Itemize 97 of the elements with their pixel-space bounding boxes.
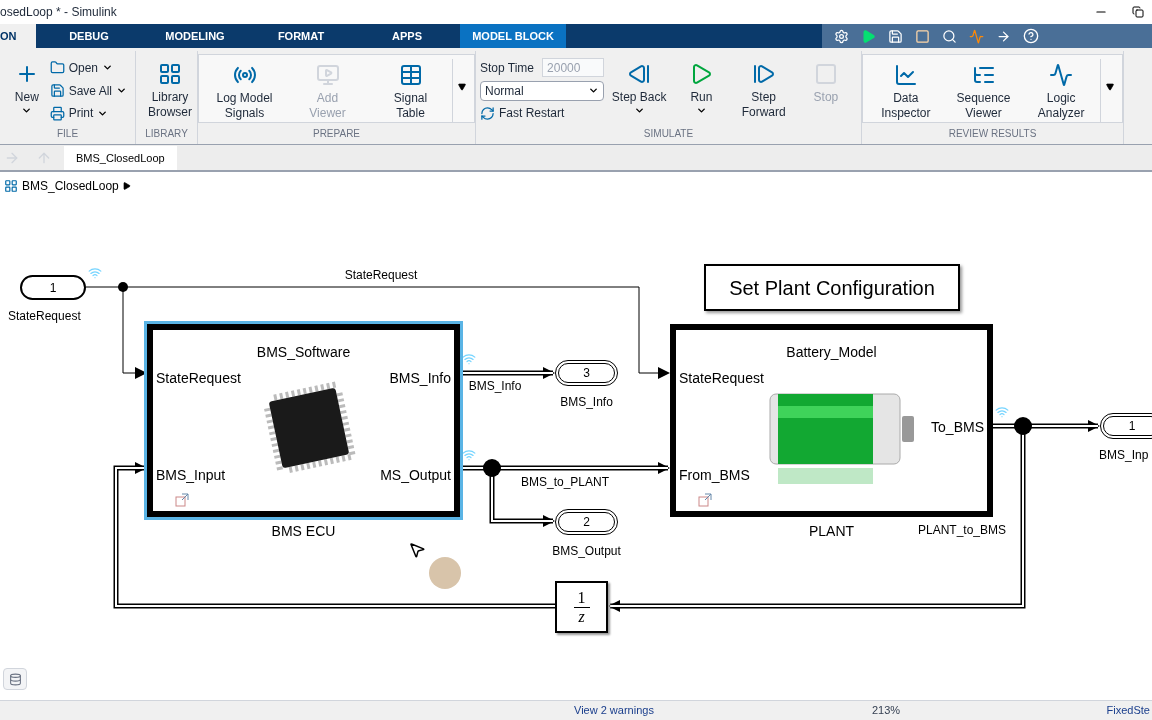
stop-time-label: Stop Time [480, 59, 535, 77]
monitor-icon [315, 63, 340, 87]
signal-logging-icon [995, 405, 1009, 419]
ribbon-tab[interactable]: MODELING [142, 24, 248, 48]
section-label: PREPARE [312, 127, 361, 141]
restore-icon[interactable] [1132, 6, 1144, 18]
outport-label: BMS_Inp [1099, 447, 1149, 464]
subsystem-block[interactable]: Battery_Model StateRequest From_BMS To_BMS [670, 324, 993, 517]
port-label: BMS_Input [156, 465, 226, 485]
signal-logging-icon [88, 266, 102, 280]
ribbon-button[interactable]: Fast Restart [480, 103, 605, 123]
grid-icon [158, 62, 182, 86]
ribbon-button[interactable]: Save All [49, 80, 127, 101]
numerator: 1 [573, 588, 590, 608]
settings-icon[interactable] [834, 28, 849, 44]
port-label: StateRequest [679, 369, 764, 389]
save-icon[interactable] [888, 28, 903, 44]
outport-block[interactable]: 3 [555, 360, 618, 386]
play-icon[interactable] [861, 28, 876, 44]
signal-logging-icon [462, 448, 476, 462]
ribbon-button[interactable]: Step Back [609, 58, 670, 123]
caret-icon [588, 85, 599, 96]
caret-icon [116, 85, 127, 96]
signal-label: PLANT_to_BMS [916, 522, 1007, 539]
signal-label: StateRequest [343, 267, 419, 284]
outport-block[interactable]: 1 [1100, 413, 1152, 439]
ribbon-button[interactable]: Print [49, 103, 127, 123]
refresh-icon [480, 105, 495, 121]
branch-point [483, 459, 501, 477]
step-back-icon [627, 62, 652, 86]
stop-icon [813, 62, 838, 86]
section-label: REVIEW RESULTS [948, 127, 1037, 141]
port-label: From_BMS [679, 465, 750, 485]
ribbon-button[interactable]: New [8, 58, 45, 123]
ribbon-button[interactable]: Data Inspector [875, 59, 936, 121]
inport-block[interactable]: 1 [20, 275, 86, 300]
model-tab[interactable]: BMS_ClosedLoop [64, 146, 177, 170]
section-label: FILE [56, 127, 79, 141]
ribbon-tab[interactable]: APPS [354, 24, 460, 48]
caret-icon [695, 105, 707, 116]
model-link-icon [175, 493, 189, 507]
section-label: LIBRARY [145, 127, 188, 141]
annotation-text: Set Plant Configuration [729, 275, 935, 301]
help-icon[interactable] [1023, 28, 1039, 44]
section-label: SIMULATE [643, 127, 694, 141]
caret-icon [1105, 83, 1114, 91]
block-name: BMS ECU [270, 522, 337, 541]
printer-icon [49, 105, 65, 121]
branch-point [118, 282, 128, 292]
zoom-level: 213% [871, 703, 901, 719]
signal-label: BMS_to_PLANT [519, 474, 610, 491]
table-icon [398, 63, 423, 87]
caret-icon [457, 83, 466, 91]
port-label: StateRequest [156, 369, 241, 389]
denominator: z [578, 607, 585, 626]
folder-icon [49, 60, 65, 76]
database-icon [8, 672, 22, 686]
ribbon-button[interactable]: Library Browser [140, 58, 200, 123]
inport-label: StateRequest [8, 308, 81, 325]
ribbon-tab[interactable]: MODEL BLOCK [460, 24, 566, 48]
signal-logging-icon [462, 352, 476, 366]
search-icon[interactable] [942, 28, 957, 44]
ribbon-button[interactable]: Signal Table [380, 59, 441, 121]
outport-label: BMS_Output [551, 543, 622, 560]
branch-point [1014, 417, 1032, 435]
save-icon [49, 83, 65, 98]
ribbon-button[interactable]: Logic Analyzer [1031, 59, 1092, 121]
outport-label: BMS_Info [559, 394, 614, 411]
model-link-icon [698, 493, 712, 507]
line-chart-icon [893, 63, 918, 87]
cursor-icon [408, 541, 426, 559]
ribbon-button[interactable]: Log Model Signals [214, 59, 275, 121]
outport-block[interactable]: 2 [555, 509, 618, 535]
block-title: BMS_Software [255, 343, 352, 362]
solver-label: FixedSte [1106, 703, 1150, 719]
ribbon-button[interactable]: Run [671, 58, 732, 123]
caret-icon [633, 105, 645, 116]
ribbon-tab[interactable]: ON [0, 24, 36, 48]
window-title: osedLoop * - Simulink [0, 4, 117, 21]
annotation-box[interactable]: Set Plant Configuration [704, 264, 960, 311]
ribbon-button[interactable]: Open [49, 58, 127, 78]
warnings-link[interactable]: View 2 warnings [574, 702, 654, 719]
unit-delay-block[interactable]: 1 z [555, 581, 608, 633]
database-button[interactable] [3, 668, 27, 690]
ribbon-button[interactable]: Sequence Viewer [953, 59, 1014, 121]
block-title: Battery_Model [785, 343, 878, 362]
breadcrumb-link[interactable]: BMS_ClosedLoop [22, 177, 119, 195]
ribbon-tab[interactable]: DEBUG [36, 24, 142, 48]
caret-icon [122, 182, 131, 190]
waveform-icon [1049, 63, 1074, 87]
subsystem-block[interactable]: BMS_Software StateRequest BMS_Input BMS_Info MS_Output [147, 324, 460, 517]
ribbon-button[interactable]: Step Forward [733, 58, 794, 123]
caret-icon [21, 105, 33, 116]
ribbon-tab[interactable]: FORMAT [248, 24, 354, 48]
step-forward-icon [751, 62, 776, 86]
simulation-mode-dropdown[interactable]: Normal [480, 80, 604, 101]
model-icon [4, 179, 18, 193]
